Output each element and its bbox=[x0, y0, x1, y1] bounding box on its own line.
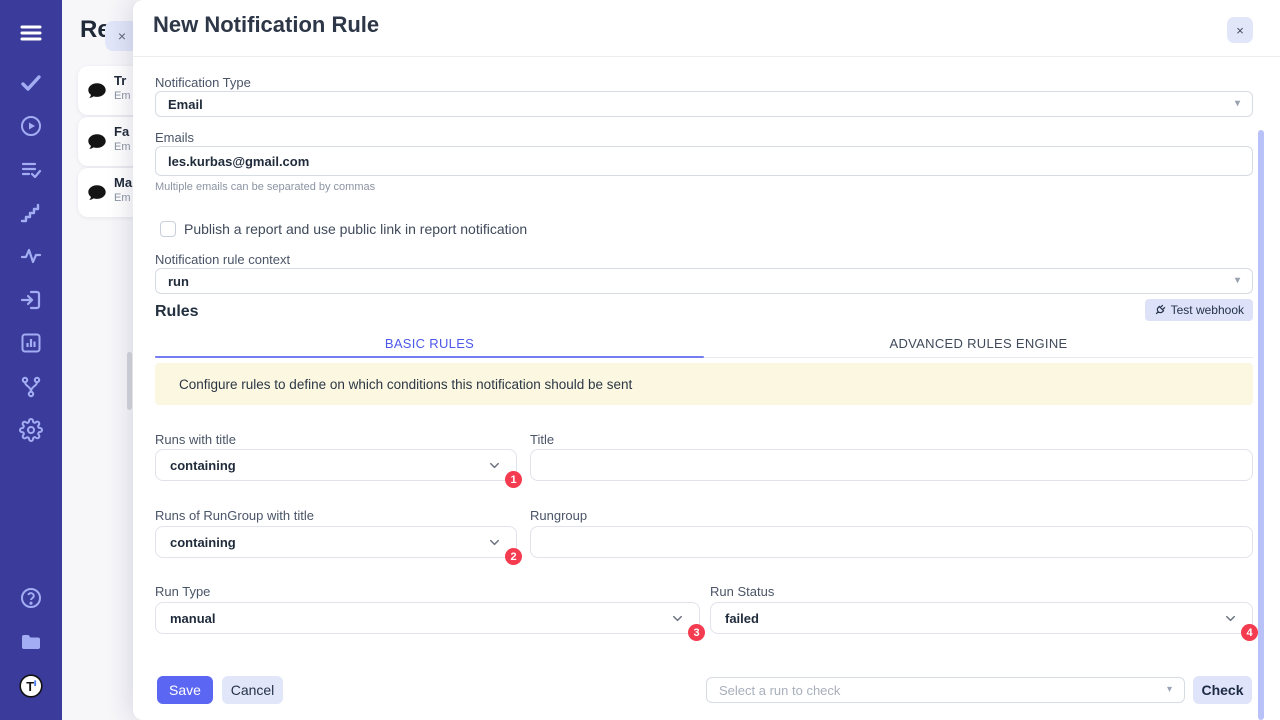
new-notification-rule-modal: New Notification Rule × Notification Typ… bbox=[133, 0, 1280, 720]
chat-bubble-icon bbox=[86, 131, 108, 153]
sign-in-icon[interactable] bbox=[19, 288, 43, 312]
run-status-label: Run Status bbox=[710, 584, 774, 599]
bar-chart-icon[interactable] bbox=[19, 331, 43, 355]
run-status-select[interactable]: failed 4 bbox=[710, 602, 1253, 634]
dropdown-arrow-icon: ▾ bbox=[1235, 99, 1240, 109]
select-run-to-check[interactable]: Select a run to check ▾ bbox=[706, 677, 1185, 703]
close-icon: × bbox=[1236, 23, 1244, 38]
test-webhook-label: Test webhook bbox=[1171, 303, 1244, 317]
cancel-button[interactable]: Cancel bbox=[222, 676, 283, 704]
run-type-select[interactable]: manual 3 bbox=[155, 602, 700, 634]
rules-info-banner: Configure rules to define on which condi… bbox=[155, 363, 1253, 405]
rungroup-label: Rungroup bbox=[530, 508, 587, 523]
runs-with-title-select[interactable]: containing 1 bbox=[155, 449, 517, 481]
rungroup-input[interactable] bbox=[530, 526, 1253, 558]
screen: T Re × Tr Em Fa Em Ma Em New Notificatio… bbox=[0, 0, 1280, 720]
notification-type-select[interactable]: Email ▾ bbox=[155, 91, 1253, 117]
logo[interactable]: T bbox=[16, 671, 46, 701]
runs-with-title-label: Runs with title bbox=[155, 432, 236, 447]
notification-type-value: Email bbox=[168, 97, 203, 112]
emails-input[interactable] bbox=[155, 146, 1253, 176]
tab-basic-rules[interactable]: BASIC RULES bbox=[155, 331, 704, 357]
plug-icon bbox=[1151, 302, 1168, 319]
notification-type-label: Notification Type bbox=[155, 75, 251, 90]
chat-bubble-icon bbox=[86, 80, 108, 102]
title-input[interactable] bbox=[530, 449, 1253, 481]
publish-report-checkbox-row[interactable]: Publish a report and use public link in … bbox=[160, 221, 527, 237]
svg-text:T: T bbox=[26, 679, 34, 694]
dropdown-arrow-icon: ▾ bbox=[1235, 276, 1240, 286]
rule-badge-4: 4 bbox=[1241, 624, 1258, 641]
rules-tabs: BASIC RULES ADVANCED RULES ENGINE bbox=[155, 331, 1253, 358]
publish-checkbox[interactable] bbox=[160, 221, 176, 237]
list-check-icon[interactable] bbox=[19, 158, 43, 182]
modal-title: New Notification Rule bbox=[153, 12, 379, 38]
save-button[interactable]: Save bbox=[157, 676, 213, 704]
chat-bubble-icon bbox=[86, 182, 108, 204]
context-select[interactable]: run ▾ bbox=[155, 268, 1253, 294]
tab-advanced-rules-engine[interactable]: ADVANCED RULES ENGINE bbox=[704, 331, 1253, 357]
chevron-down-icon bbox=[487, 458, 502, 473]
panel-scrollbar-thumb[interactable] bbox=[127, 352, 132, 410]
rules-heading: Rules bbox=[155, 303, 199, 321]
run-type-value: manual bbox=[170, 611, 216, 626]
branch-icon[interactable] bbox=[19, 375, 43, 399]
modal-close-button[interactable]: × bbox=[1227, 17, 1253, 43]
header-divider bbox=[133, 56, 1280, 57]
title-label: Title bbox=[530, 432, 554, 447]
modal-scrollbar-thumb[interactable] bbox=[1258, 130, 1264, 720]
emails-helper-text: Multiple emails can be separated by comm… bbox=[155, 181, 375, 193]
runs-with-title-value: containing bbox=[170, 458, 236, 473]
play-circle-icon[interactable] bbox=[19, 114, 43, 138]
run-type-label: Run Type bbox=[155, 584, 210, 599]
context-value: run bbox=[168, 274, 189, 289]
chevron-down-icon bbox=[670, 611, 685, 626]
rule-badge-3: 3 bbox=[688, 624, 705, 641]
help-icon[interactable] bbox=[19, 586, 43, 610]
rule-badge-1: 1 bbox=[505, 471, 522, 488]
publish-checkbox-label: Publish a report and use public link in … bbox=[184, 221, 527, 237]
test-webhook-button[interactable]: Test webhook bbox=[1145, 299, 1253, 321]
runs-of-rungroup-value: containing bbox=[170, 535, 236, 550]
activity-icon[interactable] bbox=[19, 244, 43, 268]
run-status-value: failed bbox=[725, 611, 759, 626]
runs-of-rungroup-select[interactable]: containing 2 bbox=[155, 526, 517, 558]
sidebar: T bbox=[0, 0, 62, 720]
folder-icon[interactable] bbox=[19, 630, 43, 654]
dropdown-arrow-icon: ▾ bbox=[1167, 685, 1172, 695]
context-label: Notification rule context bbox=[155, 252, 290, 267]
rule-badge-2: 2 bbox=[505, 548, 522, 565]
select-run-placeholder: Select a run to check bbox=[719, 683, 840, 698]
runs-of-rungroup-label: Runs of RunGroup with title bbox=[155, 508, 314, 523]
emails-label: Emails bbox=[155, 130, 194, 145]
check-icon[interactable] bbox=[19, 71, 43, 95]
menu-icon[interactable] bbox=[19, 21, 43, 45]
gear-icon[interactable] bbox=[19, 418, 43, 442]
chevron-down-icon bbox=[487, 535, 502, 550]
check-button[interactable]: Check bbox=[1193, 676, 1252, 704]
stairs-icon[interactable] bbox=[19, 201, 43, 225]
chevron-down-icon bbox=[1223, 611, 1238, 626]
close-icon: × bbox=[118, 28, 126, 44]
